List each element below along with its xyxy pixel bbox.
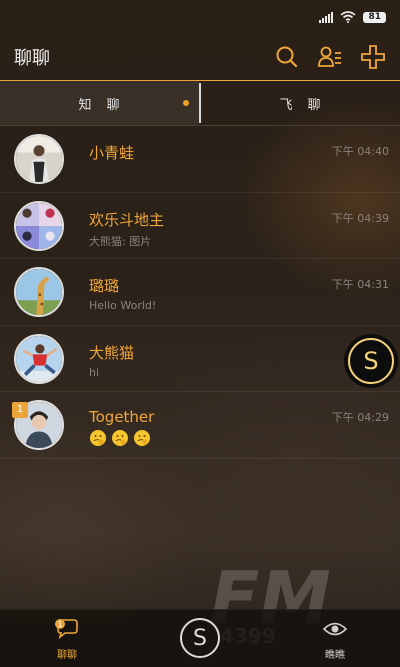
avatar — [14, 134, 64, 184]
contacts-icon[interactable] — [317, 44, 343, 70]
avatar — [14, 267, 64, 317]
add-icon[interactable] — [360, 44, 386, 70]
group-avatar — [14, 200, 64, 251]
eye-icon — [322, 622, 348, 636]
thinking-emoji-icon — [90, 430, 106, 446]
chat-time: 下午 04:29 — [331, 411, 389, 424]
chat-name: Together — [89, 408, 155, 426]
thinking-emoji-icon — [112, 430, 128, 446]
nav-center-button[interactable]: S — [180, 618, 220, 658]
wifi-icon — [340, 11, 356, 23]
app-header: 聊聊 — [0, 34, 400, 80]
nav-chat-label: 聊聊 — [57, 650, 77, 661]
chat-row[interactable]: 璐璐 Hello World! 下午 04:31 — [0, 259, 400, 326]
chat-last-message: Hello World! — [89, 299, 157, 312]
nav-discover[interactable]: 瞧瞧 — [318, 618, 352, 661]
chat-row[interactable]: 小青蛙 下午 04:40 — [0, 126, 400, 193]
tab-bar: 知 聊 飞 聊 — [0, 80, 400, 126]
tab-zhiliao[interactable]: 知 聊 — [0, 81, 199, 125]
chat-time: 下午 04:39 — [331, 211, 389, 225]
chat-name: 小青蛙 — [89, 144, 135, 162]
nav-discover-label: 瞧瞧 — [325, 650, 345, 661]
nav-badge: 1 — [57, 620, 62, 629]
nav-center-label: S — [193, 625, 207, 651]
floating-assistant-button[interactable]: S — [344, 334, 398, 388]
search-icon[interactable] — [274, 44, 300, 70]
unread-dot — [183, 100, 189, 106]
emoji-message — [89, 429, 151, 447]
unread-count-badge: 1 — [12, 402, 28, 418]
chat-name: 大熊猫 — [89, 343, 135, 362]
chat-row[interactable]: 欢乐斗地主 大熊猫: 图片 下午 04:39 — [0, 193, 400, 259]
signal-icon — [319, 11, 334, 23]
chat-time: 下午 04:31 — [331, 278, 389, 291]
floating-button-label: S — [348, 338, 394, 384]
chat-row[interactable]: 大熊猫 hi 下 — [0, 326, 400, 392]
nav-chat[interactable]: 1 聊聊 — [50, 618, 84, 661]
chat-list: 小青蛙 下午 04:40 欢乐斗地主 大熊猫: 图片 下午 04:39 璐璐 H… — [0, 126, 400, 459]
chat-last-message: hi — [89, 365, 100, 379]
chat-time: 下午 04:40 — [331, 145, 389, 158]
status-bar: 81 — [0, 0, 400, 34]
chat-last-message: 大熊猫: 图片 — [89, 234, 152, 248]
tab-label: 飞 聊 — [279, 97, 322, 113]
battery-indicator: 81 — [363, 11, 386, 23]
chat-row[interactable]: Together 下午 04:29 — [0, 392, 400, 459]
chat-name: 璐璐 — [89, 277, 120, 295]
tab-label: 知 聊 — [78, 97, 121, 113]
avatar — [14, 333, 64, 384]
chat-name: 欢乐斗地主 — [89, 210, 165, 229]
thinking-emoji-icon — [134, 430, 150, 446]
page-title: 聊聊 — [14, 48, 50, 69]
chat-bubble-icon: 1 — [55, 619, 78, 640]
tab-feiliao[interactable]: 飞 聊 — [201, 81, 400, 125]
